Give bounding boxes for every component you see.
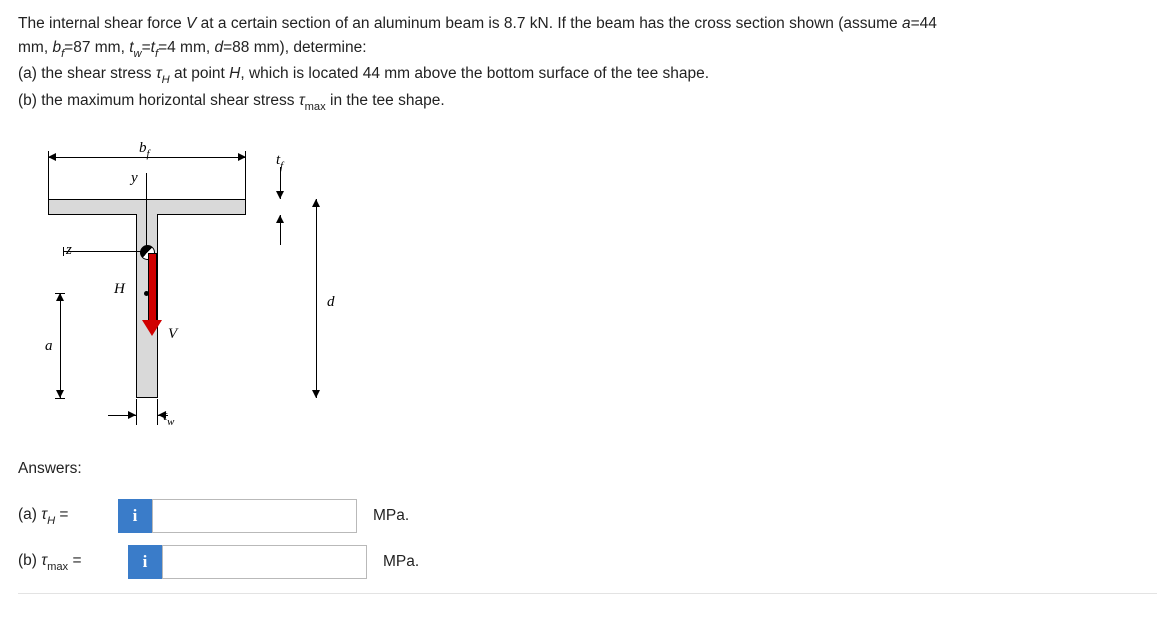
info-button-b[interactable]: i	[128, 545, 162, 579]
answer-a-unit: MPa.	[373, 504, 409, 528]
shear-arrow-icon	[142, 320, 162, 336]
divider	[18, 593, 1157, 594]
answers-heading: Answers:	[18, 457, 1157, 481]
answer-b-unit: MPa.	[383, 550, 419, 574]
info-button-a[interactable]: i	[118, 499, 152, 533]
cross-section-figure: bf tf y z H V a d tw	[18, 143, 358, 443]
answer-a-label: (a) τH =	[18, 503, 118, 529]
problem-statement: The internal shear force V at a certain …	[18, 12, 1157, 115]
answer-row-a: (a) τH = i MPa.	[18, 499, 1157, 533]
answer-b-input[interactable]	[162, 545, 367, 579]
answer-a-input[interactable]	[152, 499, 357, 533]
answer-b-label: (b) τmax =	[18, 549, 128, 575]
answer-row-b: (b) τmax = i MPa.	[18, 545, 1157, 579]
